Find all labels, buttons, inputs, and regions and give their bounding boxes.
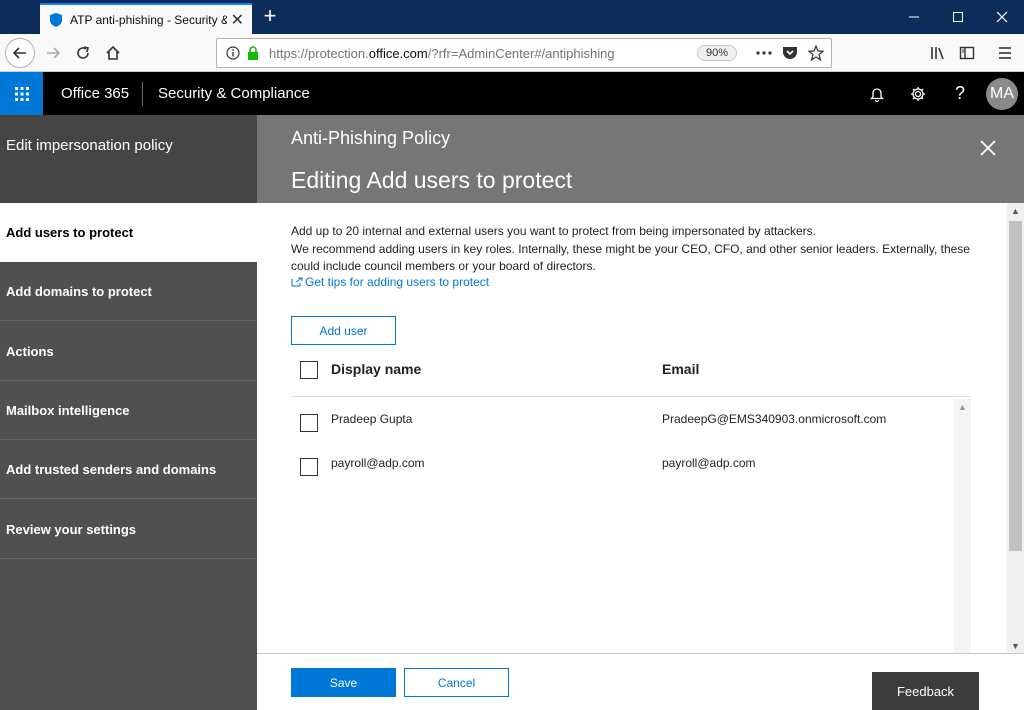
row-email: PradeepG@EMS340903.onmicrosoft.com (662, 412, 887, 426)
external-link-icon (291, 277, 303, 287)
sidebar-icon (959, 46, 975, 60)
reload-icon (77, 46, 89, 59)
table-scrollbar[interactable]: ▲ (954, 399, 971, 653)
cancel-button[interactable]: Cancel (404, 668, 509, 697)
shield-favicon-icon (50, 12, 62, 27)
table-row[interactable]: Pradeep Gupta PradeepG@EMS340903.onmicro… (291, 400, 941, 444)
add-user-button[interactable]: Add user (291, 316, 396, 345)
wizard-nav: Edit impersonation policy Add users to p… (0, 115, 257, 710)
back-button[interactable] (5, 38, 35, 68)
row-display-name: Pradeep Gupta (331, 412, 413, 426)
minimize-icon (909, 16, 919, 18)
browser-titlebar: ATP anti-phishing - Security & ✕ + (0, 0, 1024, 34)
bookmark-star-icon[interactable] (805, 42, 827, 64)
row-display-name: payroll@adp.com (331, 456, 425, 470)
notifications-button[interactable] (857, 72, 897, 115)
home-button[interactable] (98, 38, 128, 68)
hamburger-icon (999, 47, 1011, 59)
panel-content: Add up to 20 internal and external users… (257, 203, 1007, 653)
step-mailbox-intelligence[interactable]: Mailbox intelligence (0, 381, 257, 440)
browser-tab[interactable]: ATP anti-phishing - Security & ✕ (40, 3, 252, 34)
maximize-icon (953, 12, 963, 22)
lock-icon (245, 45, 261, 61)
tab-close-icon[interactable]: ✕ (231, 10, 244, 30)
help-button[interactable]: ? (940, 72, 980, 115)
app-launcher-button[interactable] (0, 72, 43, 115)
arrow-right-icon (47, 47, 61, 59)
column-header-email[interactable]: Email (662, 361, 699, 377)
library-icon (931, 47, 944, 60)
close-window-button[interactable] (980, 0, 1024, 34)
avatar[interactable]: MA (986, 78, 1018, 110)
step-add-domains[interactable]: Add domains to protect (0, 262, 257, 321)
step-add-users[interactable]: Add users to protect (0, 203, 257, 262)
library-button[interactable] (922, 38, 952, 68)
help-icon: ? (954, 83, 965, 103)
bell-icon (869, 87, 885, 102)
new-tab-button[interactable]: + (258, 4, 282, 28)
header-separator (142, 82, 143, 106)
browser-navbar: https://protection.office.com/?rfr=Admin… (0, 34, 1024, 72)
sidebar-button[interactable] (952, 38, 982, 68)
close-panel-icon[interactable] (977, 137, 999, 159)
step-actions[interactable]: Actions (0, 322, 257, 381)
row-checkbox[interactable] (300, 414, 318, 432)
description-line-2: We recommend adding users in key roles. … (291, 241, 970, 274)
close-icon (996, 11, 1008, 23)
forward-button[interactable] (38, 38, 68, 68)
step-trusted-senders[interactable]: Add trusted senders and domains (0, 440, 257, 499)
app-launcher-icon (14, 86, 29, 101)
minimize-button[interactable] (892, 0, 936, 34)
feedback-button[interactable]: Feedback (872, 672, 979, 710)
select-all-checkbox[interactable] (300, 361, 318, 379)
row-checkbox[interactable] (300, 458, 318, 476)
table-row[interactable]: payroll@adp.com payroll@adp.com (291, 444, 941, 488)
maximize-button[interactable] (936, 0, 980, 34)
description: Add up to 20 internal and external users… (291, 223, 991, 276)
column-header-display-name[interactable]: Display name (331, 361, 421, 377)
panel-subtitle: Anti-Phishing Policy (291, 128, 451, 148)
o365-suite-bar: Office 365 Security & Compliance ? MA (0, 72, 1024, 115)
page-actions-icon[interactable] (753, 42, 775, 64)
scroll-down-arrow-icon[interactable]: ▼ (1011, 641, 1020, 651)
scroll-up-arrow-icon[interactable]: ▲ (1011, 206, 1020, 216)
save-button[interactable]: Save (291, 668, 396, 697)
step-review-settings[interactable]: Review your settings (0, 500, 257, 559)
arrow-left-icon (12, 47, 26, 59)
brand-name[interactable]: Office 365 (61, 85, 129, 102)
suite-name[interactable]: Security & Compliance (158, 85, 310, 102)
tips-link-text[interactable]: Get tips for adding users to protect (305, 275, 489, 289)
scroll-up-arrow-icon[interactable]: ▲ (958, 402, 967, 412)
scrollbar-thumb[interactable] (1009, 221, 1022, 551)
settings-button[interactable] (898, 72, 938, 115)
tab-title: ATP anti-phishing - Security & (70, 12, 227, 27)
wizard-title: Edit impersonation policy (0, 115, 257, 203)
url-text: https://protection.office.com/?rfr=Admin… (269, 45, 615, 61)
address-bar[interactable]: https://protection.office.com/?rfr=Admin… (216, 38, 832, 68)
panel-scrollbar[interactable]: ▲ ▼ (1007, 203, 1024, 653)
description-line-1: Add up to 20 internal and external users… (291, 224, 816, 238)
pocket-icon[interactable] (779, 42, 801, 64)
zoom-indicator[interactable]: 90% (696, 45, 737, 61)
gear-icon (911, 86, 925, 101)
info-icon[interactable] (225, 45, 241, 61)
reload-button[interactable] (68, 38, 98, 68)
row-email: payroll@adp.com (662, 456, 756, 470)
tips-link[interactable]: Get tips for adding users to protect (291, 275, 489, 289)
home-icon (106, 45, 120, 60)
panel-header: Anti-Phishing Policy Editing Add users t… (257, 115, 1024, 203)
menu-button[interactable] (990, 38, 1020, 68)
panel-title: Editing Add users to protect (291, 167, 573, 193)
